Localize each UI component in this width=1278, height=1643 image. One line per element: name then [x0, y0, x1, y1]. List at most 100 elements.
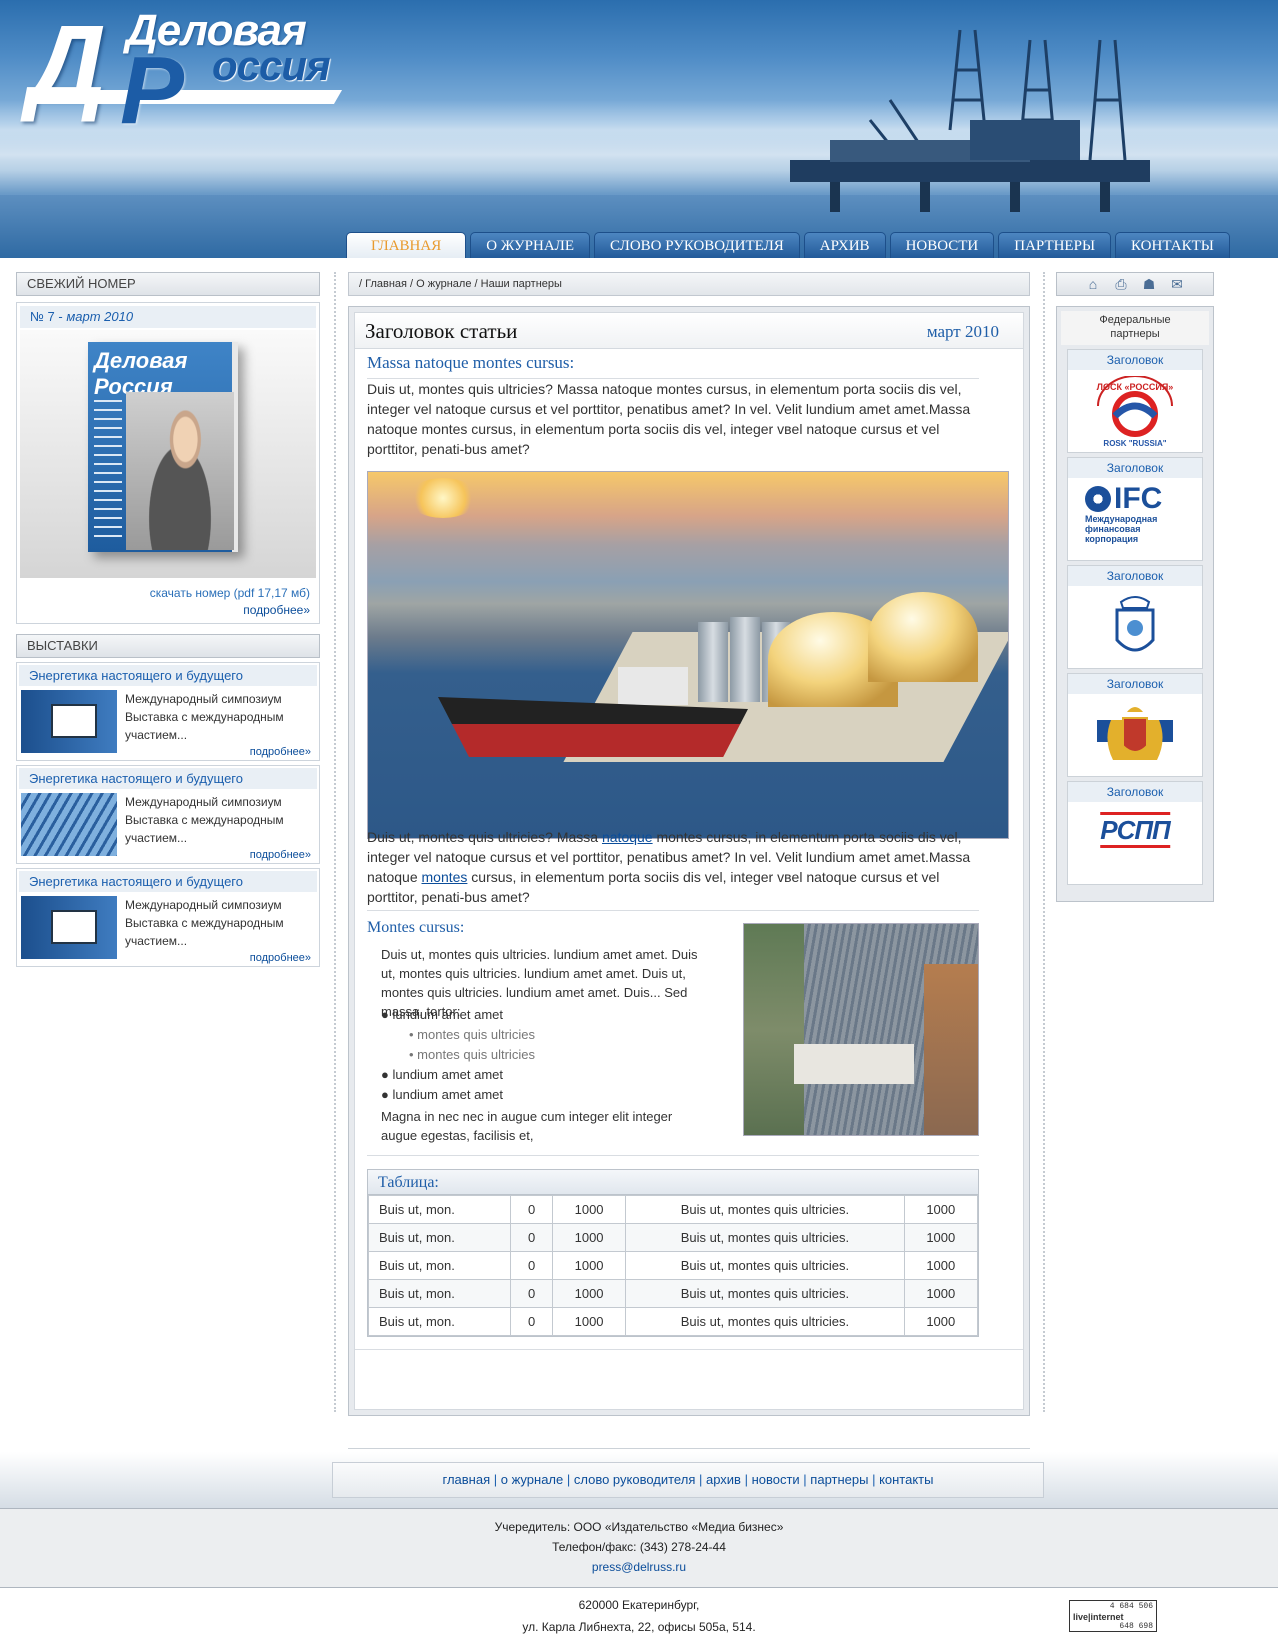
- home-icon[interactable]: ⌂: [1085, 277, 1101, 291]
- partner-card[interactable]: Заголовок: [1067, 673, 1203, 777]
- main-nav: ГЛАВНАЯ О ЖУРНАЛЕ СЛОВО РУКОВОДИТЕЛЯ АРХИВ Н…: [346, 232, 1230, 258]
- table-cell: Buis ut, montes quis ultricies.: [625, 1195, 905, 1224]
- expo-line: Выставка с международным: [125, 710, 284, 724]
- download-issue-link[interactable]: скачать номер (pdf 17,17 мб): [150, 586, 310, 600]
- site-logo[interactable]: Д Деловая Р оссия: [23, 2, 378, 144]
- table-cell: 1000: [903, 1307, 979, 1336]
- expo-thumbnail[interactable]: [21, 896, 117, 959]
- table-row: Buis ut, mon. 0 1000 Buis ut, montes quis u…: [367, 1307, 979, 1336]
- footer-link-7[interactable]: контакты: [879, 1472, 933, 1487]
- logo-word-2: оссия: [212, 42, 331, 89]
- table-cell: 1000: [903, 1279, 979, 1308]
- table-cell: 0: [510, 1223, 553, 1252]
- footer-nav: главная | о журнале | слово руководителя…: [332, 1462, 1044, 1498]
- sitemap-icon[interactable]: ☗: [1141, 277, 1157, 291]
- data-table: Таблица: Buis ut, mon. 0 1000 Buis ut, mont…: [367, 1169, 979, 1337]
- inline-link-montes[interactable]: montes: [422, 869, 468, 885]
- nav-tab-1[interactable]: ГЛАВНАЯ: [346, 232, 467, 258]
- liveinternet-counter[interactable]: 4 684 506 live|internet 648 698: [1069, 1600, 1157, 1632]
- table-row: Buis ut, mon. 0 1000 Buis ut, montes quis u…: [367, 1251, 979, 1280]
- issue-number[interactable]: № 7 - март 2010: [20, 306, 316, 328]
- expo-line: Международный симпозиум: [125, 898, 282, 912]
- expo-panel-header: ВЫСТАВКИ: [16, 634, 320, 658]
- expo-line: Выставка с международным: [125, 813, 284, 827]
- section-heading-1: Massa natoque montes cursus:: [367, 353, 575, 372]
- partner-title: Заголовок: [1068, 782, 1202, 802]
- nav-tab-3[interactable]: СЛОВО РУКОВОДИТЕЛЯ: [594, 232, 800, 258]
- table-cell: Buis ut, montes quis ultricies.: [625, 1223, 905, 1252]
- expo-more-link[interactable]: подробнее»: [250, 849, 311, 861]
- inline-link-natoque[interactable]: natoque: [602, 829, 653, 845]
- partner-card[interactable]: Заголовок IFC Международная финансовая к…: [1067, 457, 1203, 561]
- partner-card[interactable]: Заголовок ЛОСК «РОССИЯ» ROSK "RUSSIA": [1067, 349, 1203, 453]
- paragraph-2-text-a: Duis ut, montes quis ultricies? Massa: [367, 829, 602, 845]
- footer-link-1[interactable]: главная: [443, 1472, 491, 1487]
- footer-link-3[interactable]: слово руководителя: [574, 1472, 696, 1487]
- coat-of-arms-logo: [1097, 707, 1173, 760]
- partner-title: Заголовок: [1068, 458, 1202, 478]
- list-item: ● lundium amet amet: [381, 1067, 504, 1082]
- expo-line: участием...: [125, 728, 188, 742]
- expo-title[interactable]: Энергетика настоящего и будущего: [19, 665, 317, 686]
- expo-title[interactable]: Энергетика настоящего и будущего: [19, 871, 317, 892]
- partner-title: Заголовок: [1068, 566, 1202, 586]
- nav-tab-5[interactable]: НОВОСТИ: [889, 232, 995, 258]
- footer-link-6[interactable]: партнеры: [810, 1472, 868, 1487]
- table-cell: 1000: [903, 1251, 979, 1280]
- footer-link-2[interactable]: о журнале: [501, 1472, 564, 1487]
- table-caption: Таблица:: [368, 1170, 978, 1195]
- expo-line: участием...: [125, 934, 188, 948]
- table-cell: 0: [510, 1195, 553, 1224]
- expo-more-link[interactable]: подробнее»: [250, 952, 311, 964]
- table-cell: Buis ut, mon.: [367, 1251, 512, 1280]
- expo-thumbnail[interactable]: [21, 793, 117, 856]
- expo-item: Энергетика настоящего и будущего Междуна…: [16, 662, 320, 761]
- magazine-cover-image[interactable]: Деловая Россия: [20, 330, 316, 578]
- breadcrumb[interactable]: / Главная / О журнале / Наши партнеры: [348, 272, 1030, 296]
- site-header: Д Деловая Р оссия ГЛАВНАЯ О ЖУРНАЛЕ СЛОВО …: [0, 0, 1278, 258]
- losk-russia-logo: ЛОСК «РОССИЯ» ROSK "RUSSIA": [1097, 376, 1173, 448]
- expo-item: Энергетика настоящего и будущего Междуна…: [16, 868, 320, 967]
- partner-card[interactable]: Заголовок РСПП: [1067, 781, 1203, 885]
- article-title: Заголовок статьи: [365, 319, 518, 343]
- expo-list: Энергетика настоящего и будущего Междуна…: [16, 662, 320, 967]
- issue-more-link[interactable]: подробнее»: [243, 603, 310, 617]
- left-column: СВЕЖИЙ НОМЕР № 7 - март 2010 Деловая Рос…: [16, 272, 320, 967]
- list-item: ● lundium amet amet: [381, 1007, 504, 1022]
- table-cell: Buis ut, mon.: [367, 1195, 512, 1224]
- table-cell: 1000: [903, 1195, 979, 1224]
- table-row: Buis ut, mon. 0 1000 Buis ut, montes quis u…: [367, 1195, 979, 1224]
- expo-line: участием...: [125, 831, 188, 845]
- footer-link-5[interactable]: новости: [752, 1472, 800, 1487]
- article-header: Заголовок статьи март 2010: [355, 313, 1023, 349]
- table-cell: Buis ut, montes quis ultricies.: [625, 1251, 905, 1280]
- table-cell: 1000: [551, 1195, 627, 1224]
- nav-tab-7[interactable]: КОНТАКТЫ: [1115, 232, 1230, 258]
- table-cell: Buis ut, montes quis ultricies.: [625, 1307, 905, 1336]
- nav-tab-6[interactable]: ПАРТНЕРЫ: [998, 232, 1112, 258]
- nav-tab-2[interactable]: О ЖУРНАЛЕ: [470, 232, 591, 258]
- expo-title[interactable]: Энергетика настоящего и будущего: [19, 768, 317, 789]
- partner-card[interactable]: Заголовок: [1067, 565, 1203, 669]
- table-cell: Buis ut, mon.: [367, 1279, 512, 1308]
- footer-link-sep: |: [868, 1472, 880, 1487]
- issue-date: март 2010: [66, 309, 134, 324]
- rspp-logo: РСПП: [1100, 812, 1171, 848]
- expo-more-link[interactable]: подробнее»: [250, 746, 311, 758]
- table-cell: Buis ut, mon.: [367, 1307, 512, 1336]
- table-cell: 0: [510, 1251, 553, 1280]
- expo-thumbnail[interactable]: [21, 690, 117, 753]
- mail-icon[interactable]: ✉: [1169, 277, 1185, 291]
- footer-link-sep: |: [563, 1472, 574, 1487]
- city-aerial-photo: [743, 923, 979, 1136]
- email-link[interactable]: press@delruss.ru: [592, 1560, 686, 1574]
- page-tools: ⌂ ⎙ ☗ ✉: [1056, 272, 1214, 296]
- nav-tab-4[interactable]: АРХИВ: [803, 232, 886, 258]
- shield-emblem-logo: [1115, 596, 1155, 652]
- table-cell: 1000: [551, 1279, 627, 1308]
- partners-title: Федеральные партнеры: [1061, 311, 1209, 345]
- print-icon[interactable]: ⎙: [1113, 277, 1129, 291]
- footer-link-sep: |: [490, 1472, 501, 1487]
- footer-link-4[interactable]: архив: [706, 1472, 741, 1487]
- issue-panel-header: СВЕЖИЙ НОМЕР: [16, 272, 320, 296]
